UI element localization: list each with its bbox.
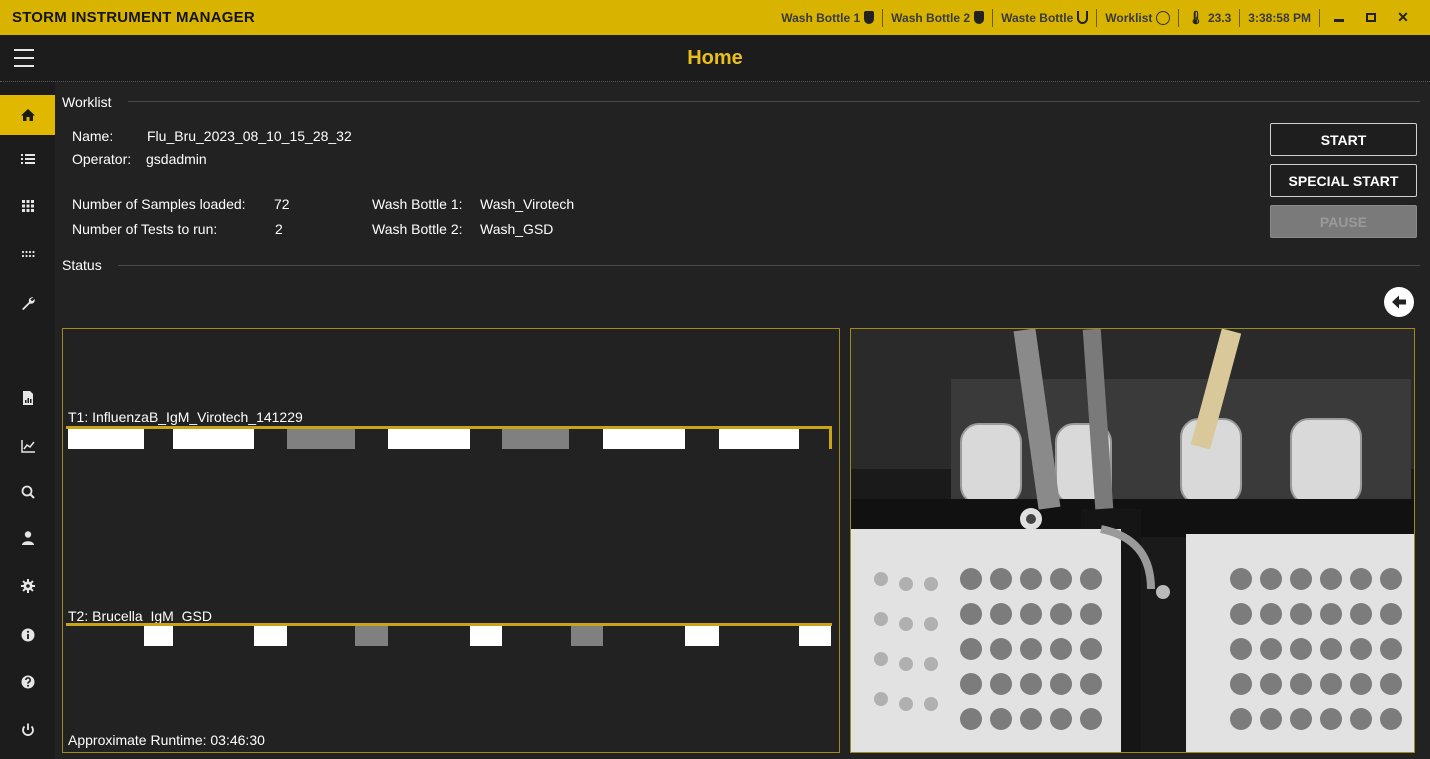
test-1-track-end [829, 426, 832, 449]
search-icon [21, 485, 35, 499]
test-1-step-block [502, 429, 569, 449]
test-1-step-block [287, 429, 355, 449]
sidebar-item-power[interactable] [0, 710, 55, 750]
bottle-full-icon [864, 11, 875, 24]
wash-bottle-1-label: Wash Bottle 1 [781, 10, 861, 25]
minimize-icon [1334, 19, 1344, 22]
list-icon [20, 154, 35, 164]
worklist-label: Worklist [1105, 10, 1153, 25]
bottle-empty-icon [1077, 11, 1089, 24]
wrench-icon [21, 297, 35, 310]
report-icon [22, 391, 33, 405]
worklist-name-label: Name: [72, 128, 114, 144]
info-icon [21, 628, 34, 642]
back-button[interactable] [1384, 287, 1414, 317]
wash-bottle-2-status: Wash Bottle 2 [883, 8, 994, 27]
circle-status-icon [1156, 10, 1171, 25]
samples-loaded-value: 72 [274, 196, 290, 212]
wash-bottle-2-label: Wash Bottle 2: [372, 221, 463, 237]
test-2-step-block [254, 626, 287, 646]
special-start-button[interactable]: SPECIAL START [1270, 164, 1417, 197]
strip-dots-icon [21, 250, 35, 258]
sidebar-item-help[interactable] [0, 662, 55, 702]
test-1-label: T1: InfluenzaB_IgM_Virotech_141229 [68, 409, 303, 425]
sidebar-item-search[interactable] [0, 472, 55, 512]
chart-icon [20, 440, 35, 453]
app-window: STORM INSTRUMENT MANAGER Wash Bottle 1 W… [0, 0, 1430, 759]
sidebar-item-charts[interactable] [0, 426, 55, 466]
camera-image [851, 329, 1414, 752]
status-divider [118, 265, 1420, 266]
test-2-step-block [685, 626, 719, 646]
close-button[interactable]: ✕ [1390, 8, 1416, 28]
wash-bottle-2-label: Wash Bottle 2 [891, 10, 971, 25]
start-button[interactable]: START [1270, 123, 1417, 156]
worklist-status: Worklist [1097, 8, 1180, 27]
sidebar-item-worklist[interactable] [0, 139, 55, 179]
maximize-icon [1366, 13, 1376, 22]
power-icon [21, 723, 34, 736]
sidebar-item-strips[interactable] [0, 234, 55, 274]
camera-view [850, 328, 1415, 753]
test-1-step-block [68, 429, 144, 449]
test-2-step-block [571, 626, 603, 646]
tests-to-run-value: 2 [275, 221, 283, 237]
test-2-step-block [144, 626, 173, 646]
tests-to-run-label: Number of Tests to run: [72, 221, 218, 237]
sidebar-item-home[interactable] [0, 95, 55, 135]
sidebar-item-info[interactable] [0, 615, 55, 655]
sidebar-item-reports[interactable] [0, 378, 55, 418]
pause-button[interactable]: PAUSE [1270, 205, 1417, 238]
clock-value: 3:38:58 PM [1248, 10, 1311, 25]
wash-bottle-1-label: Wash Bottle 1: [372, 196, 463, 212]
sidebar [0, 82, 55, 759]
samples-loaded-label: Number of Samples loaded: [72, 196, 246, 212]
maximize-button[interactable] [1358, 8, 1384, 28]
worklist-section-label: Worklist [62, 94, 112, 110]
sidebar-item-settings[interactable] [0, 566, 55, 606]
temperature-value: 23.3 [1207, 10, 1232, 25]
wash-bottle-2-value: Wash_GSD [480, 221, 554, 237]
worklist-name-value: Flu_Bru_2023_08_10_15_28_32 [147, 128, 352, 144]
test-2-step-block [470, 626, 502, 646]
waste-bottle-status: Waste Bottle [993, 8, 1098, 27]
test-1-step-block [719, 429, 799, 449]
worklist-divider [128, 101, 1420, 102]
clock-status: 3:38:58 PM [1240, 8, 1320, 27]
temperature-status: 🌡 23.3 [1179, 8, 1241, 27]
test-1-step-block [388, 429, 470, 449]
status-section-label: Status [62, 257, 102, 273]
test-1-step-block [173, 429, 254, 449]
status-strip: Wash Bottle 1 Wash Bottle 2 Waste Bottle… [773, 0, 1416, 35]
home-icon [20, 109, 35, 121]
close-icon: ✕ [1397, 9, 1409, 25]
test-timeline-panel: T1: InfluenzaB_IgM_Virotech_141229 T2: B… [62, 328, 840, 753]
page-header: Home [0, 35, 1430, 82]
arrow-left-icon [1392, 295, 1406, 309]
waste-bottle-label: Waste Bottle [1001, 10, 1074, 25]
thermometer-icon: 🌡 [1187, 9, 1204, 25]
sidebar-item-plate[interactable] [0, 186, 55, 226]
minimize-button[interactable] [1326, 8, 1352, 28]
approximate-runtime: Approximate Runtime: 03:46:30 [68, 732, 265, 748]
wash-bottle-1-status: Wash Bottle 1 [773, 8, 884, 27]
test-2-step-block [799, 626, 831, 646]
page-title: Home [687, 47, 743, 69]
wash-bottle-1-value: Wash_Virotech [480, 196, 575, 212]
gear-icon [20, 579, 35, 593]
test-1-step-block [603, 429, 685, 449]
help-icon [21, 675, 34, 689]
user-icon [21, 531, 34, 545]
title-bar: STORM INSTRUMENT MANAGER Wash Bottle 1 W… [0, 0, 1430, 35]
sidebar-item-users[interactable] [0, 518, 55, 558]
sidebar-item-maintenance[interactable] [0, 283, 55, 323]
plate-grid-icon [21, 200, 34, 212]
operator-label: Operator: [72, 151, 132, 167]
test-2-step-block [355, 626, 388, 646]
bottle-full-icon [974, 11, 985, 24]
app-title: STORM INSTRUMENT MANAGER [12, 9, 255, 26]
operator-value: gsdadmin [146, 151, 207, 167]
test-2-label: T2: Brucella_IgM_GSD [68, 608, 212, 624]
